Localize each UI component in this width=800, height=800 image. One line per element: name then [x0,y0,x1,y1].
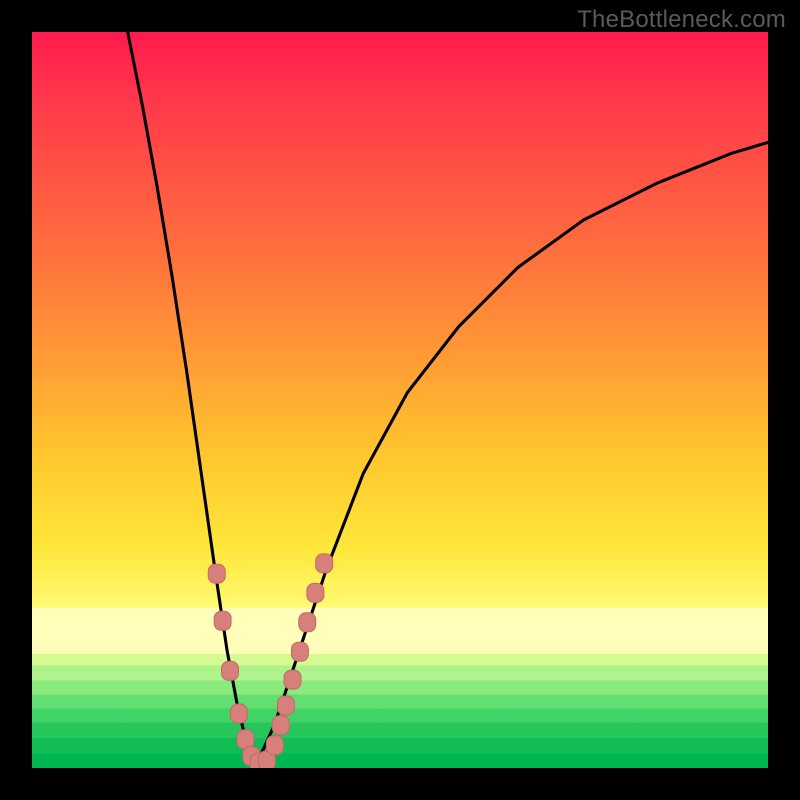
data-marker [277,696,294,715]
data-marker [316,554,333,573]
data-marker [272,716,289,735]
marker-layer [32,32,768,768]
data-marker [266,736,283,755]
data-marker [299,613,316,632]
data-marker [237,730,254,749]
watermark-text: TheBottleneck.com [577,6,786,34]
plot-area [32,32,768,768]
data-marker [291,642,308,661]
data-marker [208,564,225,583]
data-marker [230,704,247,723]
data-marker [214,611,231,630]
data-marker [307,583,324,602]
chart-frame: TheBottleneck.com [0,0,800,800]
data-marker [284,670,301,689]
data-marker [221,661,238,680]
